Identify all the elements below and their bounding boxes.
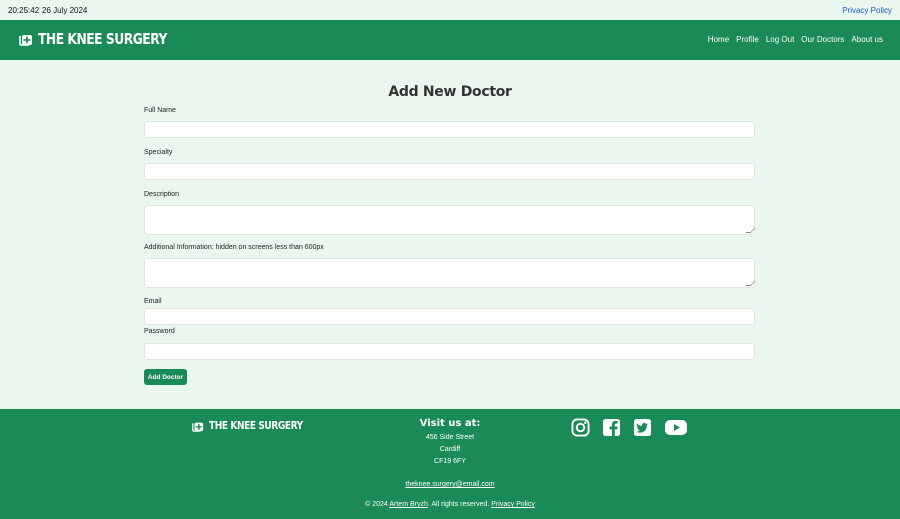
twitter-icon[interactable] [633, 418, 652, 437]
email-label: Email [144, 298, 162, 305]
description-textarea[interactable] [144, 205, 756, 235]
current-date: 26 July 2024 [42, 6, 88, 15]
brand-name: THE KNEE SURGERY [38, 30, 167, 48]
main-navbar: THE KNEE SURGERY Home Profile Log Out Ou… [0, 20, 900, 60]
top-info-bar: 20:25:42 26 July 2024 Privacy Policy [0, 0, 900, 20]
additional-info-textarea[interactable] [144, 258, 756, 288]
facebook-icon[interactable] [602, 418, 621, 437]
visit-us-heading: Visit us at: [419, 418, 481, 429]
password-label: Password [144, 328, 175, 335]
instagram-icon[interactable] [571, 418, 590, 437]
address-city: Cardiff [439, 446, 461, 453]
nav-about-us-link[interactable]: About us [851, 35, 883, 44]
current-time: 20:25:42 [8, 6, 40, 15]
visit-us-section: Visit us at: 456 Side Street Cardiff CF1… [380, 418, 520, 468]
medical-cross-icon [19, 35, 32, 46]
full-name-label: Full Name [144, 107, 176, 114]
footer-brand: THE KNEE SURGERY [192, 419, 323, 432]
address-block: 456 Side Street Cardiff CF19 6FY [380, 432, 520, 468]
add-doctor-button[interactable]: Add Doctor [144, 369, 187, 385]
footer-email: theknee.surgery@email.com [0, 481, 900, 488]
address-street: 456 Side Street [425, 434, 475, 441]
nav-our-doctors-link[interactable]: Our Doctors [801, 35, 844, 44]
nav-logout-link[interactable]: Log Out [766, 35, 794, 44]
author-link[interactable]: Artem Bryzh [389, 501, 428, 508]
nav-profile-link[interactable]: Profile [736, 35, 759, 44]
medical-cross-icon [192, 422, 204, 432]
social-links [571, 418, 688, 437]
page-title: Add New Doctor [388, 84, 512, 100]
specialty-label: Specialty [144, 149, 173, 156]
copyright-text: . All rights reserved. [427, 501, 492, 508]
resize-grip-icon[interactable] [745, 281, 756, 286]
email-link[interactable]: theknee.surgery@email.com [405, 481, 494, 488]
email-input[interactable] [144, 308, 755, 325]
footer-privacy-policy-link[interactable]: Privacy Policy [491, 501, 535, 508]
password-input[interactable] [144, 343, 755, 360]
site-footer: THE KNEE SURGERY Visit us at: 456 Side S… [0, 409, 900, 519]
resize-grip-icon[interactable] [745, 228, 756, 233]
youtube-icon[interactable] [664, 418, 688, 437]
privacy-policy-link[interactable]: Privacy Policy [842, 6, 892, 15]
nav-links: Home Profile Log Out Our Doctors About u… [708, 35, 883, 44]
address-postcode: CF19 6FY [434, 458, 466, 465]
description-label: Description [144, 191, 180, 198]
copyright: © 2024 Artem Bryzh. All rights reserved.… [0, 501, 900, 508]
copyright-prefix: © 2024 [365, 501, 390, 508]
additional-info-label: Additional Information: hidden on screen… [144, 244, 324, 251]
specialty-input[interactable] [144, 163, 755, 180]
nav-home-link[interactable]: Home [708, 35, 729, 44]
footer-brand-name: THE KNEE SURGERY [209, 419, 303, 432]
brand-home-link[interactable]: THE KNEE SURGERY [19, 29, 195, 49]
full-name-input[interactable] [144, 121, 755, 138]
